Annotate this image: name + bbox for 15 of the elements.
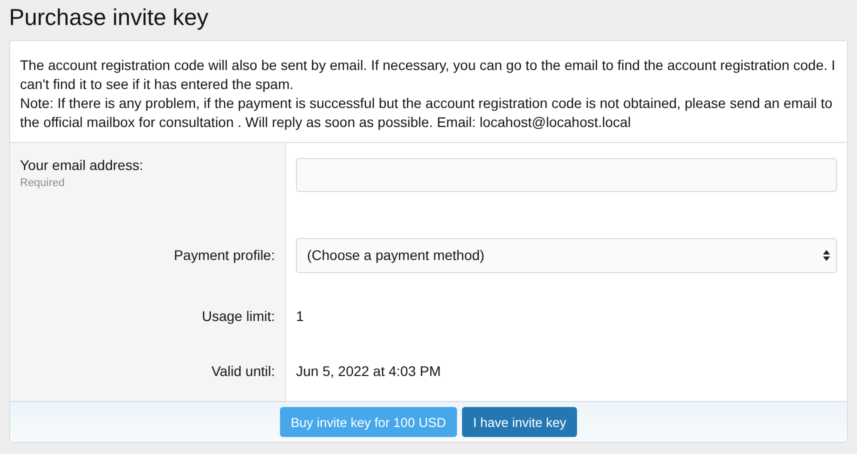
field-label: Payment profile: xyxy=(174,247,275,263)
field-label: Your email address: xyxy=(20,157,144,173)
email-field[interactable] xyxy=(296,158,837,192)
info-paragraph: Note: If there is any problem, if the payment is successful but the account registration code is not obtained, please send an email to the official mailbox for consultation . Will reply as soon as possible. Email: locahost@locahost.local xyxy=(20,94,834,132)
field-label: Valid until: xyxy=(211,363,275,379)
info-paragraph: The account registration code will also be sent by email. If necessary, you can go to the email to find the account registration code. I can't find it to see if it has entered the spam. xyxy=(20,56,836,94)
field-value: Jun 5, 2022 at 4:03 PM xyxy=(296,363,441,379)
payment-dropdown[interactable]: (Choose a payment method) xyxy=(296,238,837,272)
invite-key-button[interactable]: I have invite key xyxy=(462,407,578,437)
sort-arrows-icon xyxy=(823,250,830,260)
field-label: Usage limit: xyxy=(202,308,275,324)
page-title: Purchase invite key xyxy=(9,3,210,32)
buy-button[interactable]: Buy invite key for 100 USD xyxy=(280,407,458,437)
field-value: 1 xyxy=(296,308,304,324)
required-hint: Required xyxy=(20,177,65,189)
